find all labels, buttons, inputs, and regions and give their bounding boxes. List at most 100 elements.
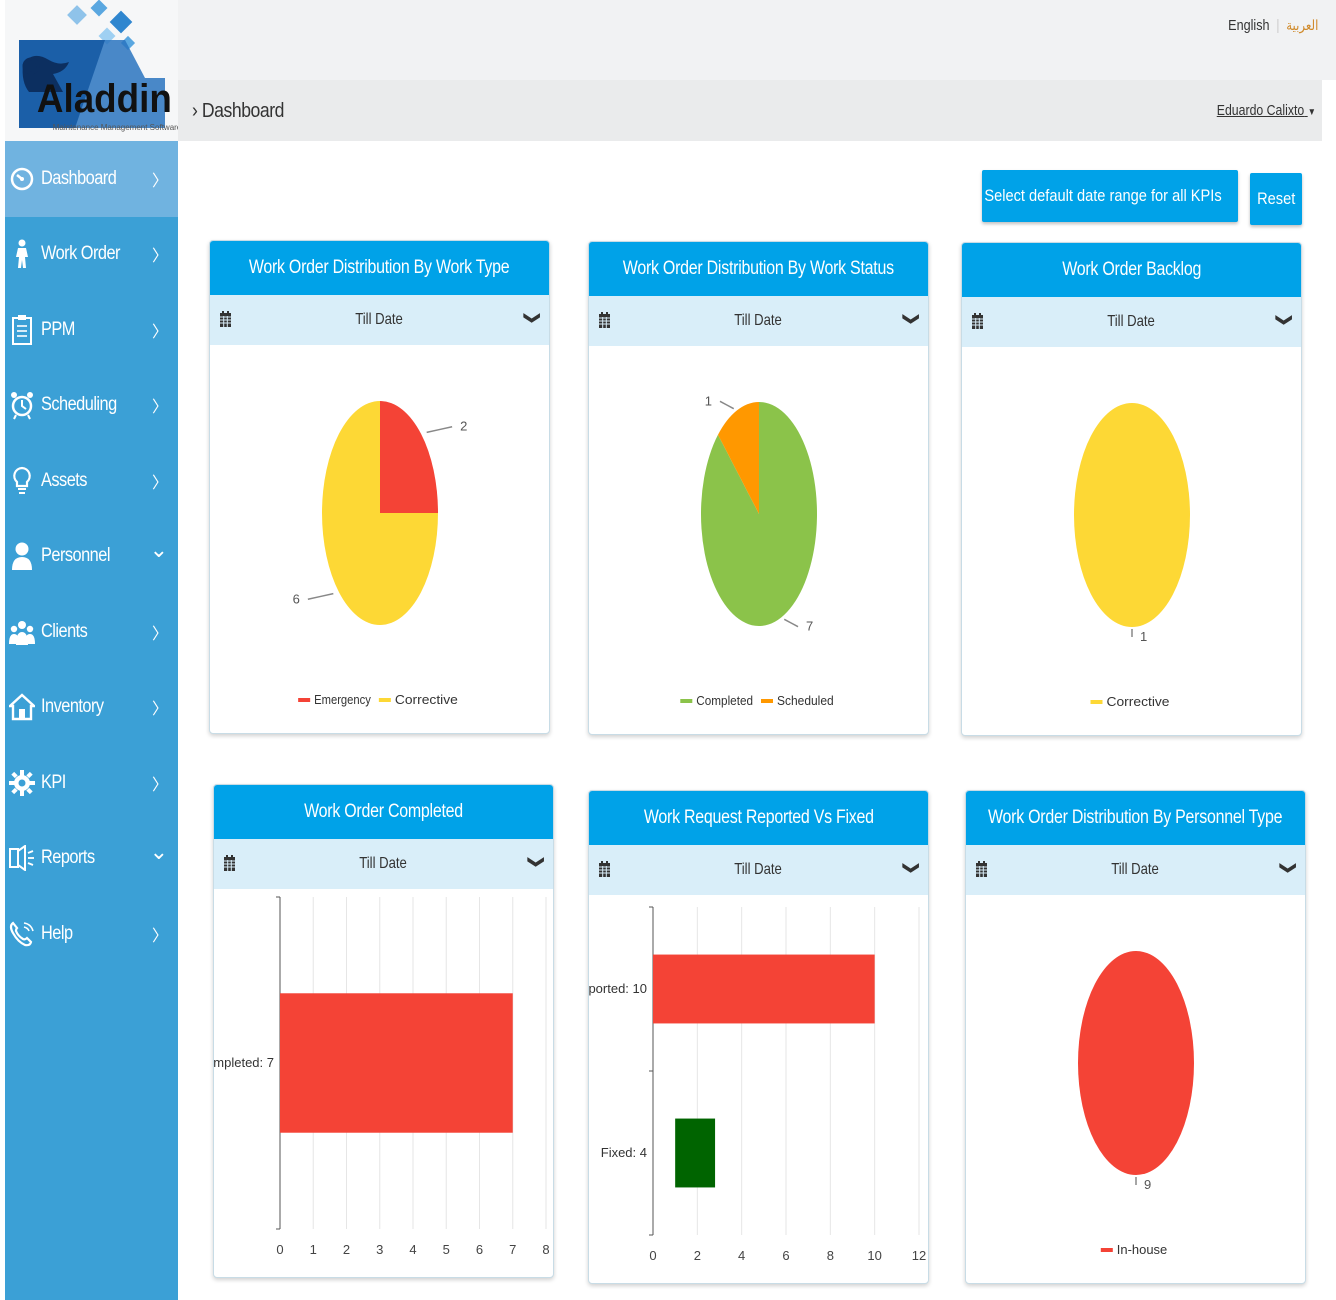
gear-icon [9,767,35,799]
x-tick-label: 0 [649,1248,656,1263]
kpi-card-filter[interactable]: Till Date ❯ [966,845,1305,895]
kpi-card-filter[interactable]: Till Date ❯ [214,839,553,889]
chevron-down-icon[interactable]: ❯ [526,855,546,868]
legend-item[interactable]: In-house [1117,1242,1167,1257]
x-tick-label: 8 [827,1248,834,1263]
reset-button[interactable]: Reset [1250,173,1302,225]
sidebar-item-assets[interactable]: Assets 〉 [5,443,178,519]
legend-item[interactable]: Scheduled [777,693,834,708]
kpi-card: Work Request Reported Vs Fixed Till Date… [588,790,929,1284]
y-category-label: Completed: 7 [214,1055,274,1070]
y-category-label: Reported: 10 [589,981,647,996]
sidebar-item-help[interactable]: Help 〉 [5,896,178,972]
kpi-card: Work Order Distribution By Work Type Til… [209,240,550,734]
sidebar-item-kpi[interactable]: KPI 〉 [5,745,178,821]
phone-icon [9,918,35,950]
breadcrumb-current[interactable]: Dashboard [202,100,285,122]
pie-slice[interactable] [1074,403,1190,627]
sidebar-item-personnel[interactable]: Personnel ⌄ [5,519,178,595]
calendar-icon[interactable] [976,861,987,882]
chevron-down-icon[interactable]: ❯ [901,312,921,325]
kpi-card-filter[interactable]: Till Date ❯ [962,297,1301,347]
calendar-icon[interactable] [599,312,610,333]
bar[interactable] [675,1118,716,1188]
sidebar-item-label: Dashboard [41,167,117,189]
date-range-label: Select default date range for all KPIs [984,186,1222,205]
user-menu[interactable]: Eduardo Calixto ▼ [1217,102,1316,119]
lang-english-link[interactable]: English [1228,17,1269,34]
sidebar: Aladdin Maintenance Management Software … [5,0,182,1300]
x-tick-label: 7 [509,1242,516,1257]
speaker-icon [9,842,35,874]
kpi-card-filter[interactable]: Till Date ❯ [210,295,549,345]
kpi-card-filter[interactable]: Till Date ❯ [589,296,928,346]
chart-legend: Emergency Corrective [298,692,458,707]
breadcrumb-chevron-icon: › [192,100,198,122]
sidebar-item-work-order[interactable]: Work Order 〉 [5,217,178,293]
sidebar-item-reports[interactable]: Reports ⌄ [5,821,178,897]
lang-arabic-link[interactable]: العربية [1286,17,1318,34]
person-icon [9,540,35,572]
app-logo[interactable]: Aladdin Maintenance Management Software [5,0,182,141]
calendar-icon[interactable] [972,313,983,334]
chevron-down-icon[interactable]: ❯ [522,311,542,324]
caret-down-icon: ▼ [1307,107,1316,118]
date-range-dropdown-button[interactable]: Select default date range for all KPIs ❯ [982,170,1261,222]
sidebar-item-label: PPM [41,318,75,340]
kpi-card-title-text: Work Order Completed [304,801,463,822]
chevron-right-icon: 〉 [151,172,168,190]
sidebar-item-label: Reports [41,847,95,869]
bar[interactable] [280,993,513,1133]
kpi-chart: 9 In-house [1078,951,1194,1257]
kpi-card-filter[interactable]: Till Date ❯ [589,845,928,895]
kpi-chart: 0 1 2 3 4 5 6 7 8 Completed: 7 [214,896,550,1257]
calendar-icon[interactable] [224,855,235,876]
legend-swatch [378,698,391,702]
pie-data-label: 1 [705,393,712,408]
kpi-chart: 2 6 Emergency Corrective [293,401,467,707]
breadcrumb-bar: › Dashboard Eduardo Calixto ▼ [178,80,1322,141]
legend-item[interactable]: Emergency [314,692,371,707]
x-tick-label: 8 [542,1242,549,1257]
kpi-card-title-text: Work Request Reported Vs Fixed [643,807,874,828]
legend-item[interactable]: Corrective [1107,694,1170,709]
legend-item[interactable]: Completed [696,693,753,708]
sidebar-item-dashboard[interactable]: Dashboard 〉 [5,141,178,217]
x-tick-label: 6 [782,1248,789,1263]
legend-item[interactable]: Corrective [395,692,458,707]
x-tick-label: 4 [738,1248,745,1263]
legend-swatch [1090,700,1103,704]
chevron-down-icon[interactable]: ❯ [1278,861,1298,874]
sidebar-item-ppm[interactable]: PPM 〉 [5,292,178,368]
breadcrumb: › Dashboard [192,100,284,123]
user-name[interactable]: Eduardo Calixto [1217,102,1305,119]
reset-label: Reset [1256,189,1296,208]
chevron-down-icon[interactable]: ❯ [1274,313,1294,326]
home-icon [9,691,35,723]
chevron-right-icon: 〉 [151,776,168,794]
chevron-down-icon[interactable]: ❯ [901,861,921,874]
kpi-card-filter-label: Till Date [734,312,783,329]
sidebar-item-inventory[interactable]: Inventory 〉 [5,670,178,746]
kpi-card: Work Order Completed Till Date ❯ 0 1 2 3 4 5 6… [213,784,554,1278]
kpi-card-title: Work Request Reported Vs Fixed [589,791,928,845]
calendar-icon[interactable] [599,861,610,882]
kpi-card-title: Work Order Distribution By Personnel Typ… [966,791,1305,845]
calendar-icon[interactable] [220,311,231,332]
x-tick-label: 0 [276,1242,283,1257]
sidebar-item-clients[interactable]: Clients 〉 [5,594,178,670]
kpi-card-filter-label: Till Date [734,861,783,878]
pie-leader-line [783,618,799,628]
x-tick-label: 5 [443,1242,450,1257]
worker-icon [9,238,35,270]
pie-data-label: 7 [806,619,813,634]
kpi-card-filter-label: Till Date [355,311,404,328]
sidebar-item-label: Clients [41,620,88,642]
pie-slice[interactable] [1078,951,1194,1175]
pie-slice[interactable] [380,401,438,513]
kpi-card-title: Work Order Distribution By Work Type [210,241,549,295]
bar[interactable] [653,954,875,1024]
sidebar-item-scheduling[interactable]: Scheduling 〉 [5,368,178,444]
sidebar-item-label: Work Order [41,243,121,265]
chart-legend: In-house [1100,1242,1167,1257]
